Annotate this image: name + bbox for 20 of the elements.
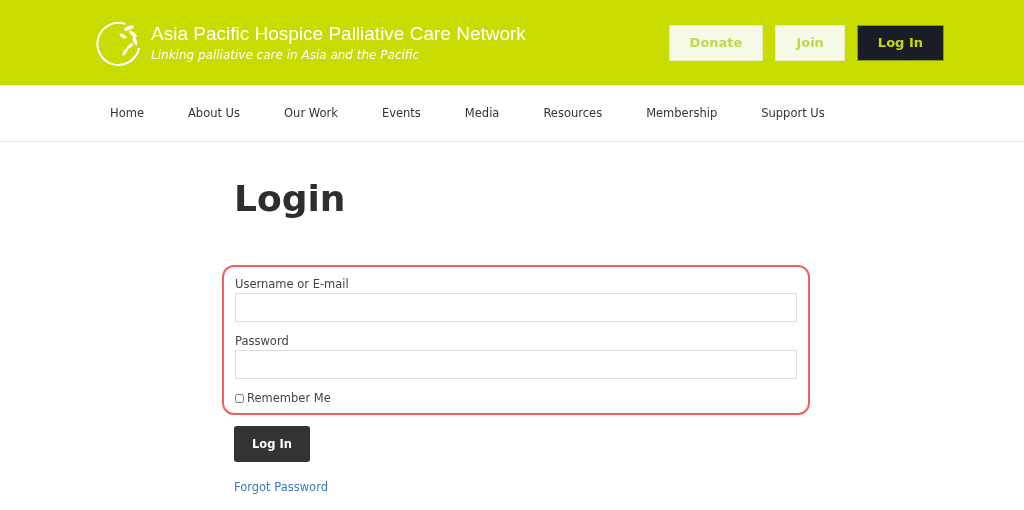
site-title: Asia Pacific Hospice Palliative Care Network — [151, 23, 526, 45]
nav-link[interactable]: About Us — [187, 106, 241, 120]
forgot-password-link[interactable]: Forgot Password — [234, 480, 328, 494]
input-field[interactable] — [235, 350, 797, 379]
field-label: Password — [235, 334, 290, 348]
nav-link[interactable]: Our Work — [284, 106, 338, 120]
remember-checkbox[interactable] — [235, 393, 244, 403]
site-tagline: Linking palliative care in Asia and the Pacific — [151, 48, 421, 62]
nav-link[interactable]: Membership — [646, 106, 718, 120]
nav-link[interactable]: Events — [381, 106, 421, 120]
checkbox-label: Remember Me — [247, 391, 331, 405]
header-button[interactable]: Log In — [856, 24, 944, 61]
field-label: Username or E-mail — [235, 277, 350, 291]
input-field[interactable] — [235, 293, 797, 322]
nav-link[interactable]: Media — [464, 106, 500, 120]
nav-link[interactable]: Resources — [543, 106, 603, 120]
nav-link[interactable]: Support Us — [761, 106, 825, 120]
nav-link[interactable]: Home — [110, 106, 144, 120]
login-button[interactable]: Log In — [234, 426, 310, 462]
page-heading: Login — [234, 178, 347, 219]
